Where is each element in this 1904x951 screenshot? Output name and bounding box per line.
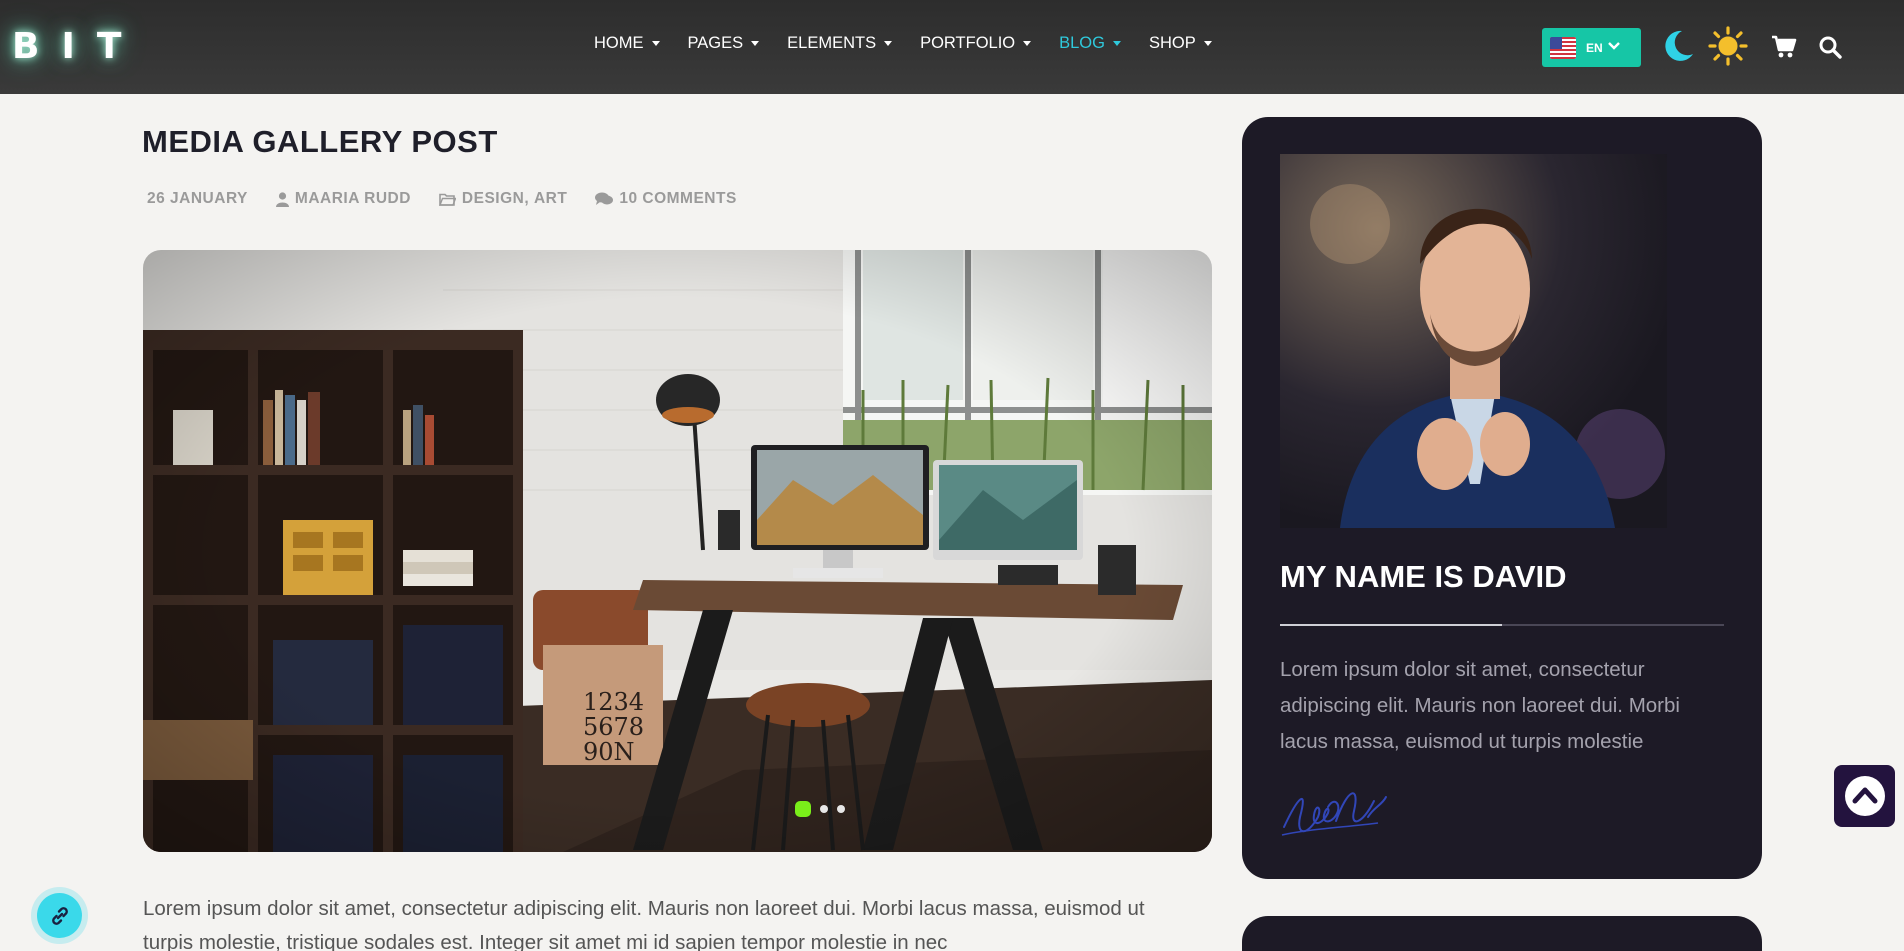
- nav-item-portfolio[interactable]: PORTFOLIO: [920, 34, 1032, 53]
- user-icon: [275, 191, 289, 207]
- author-photo: [1280, 154, 1667, 528]
- nav-item-label: HOME: [594, 34, 644, 52]
- sidebar-widget-card: [1242, 916, 1762, 951]
- post-categories: DESIGN, ART: [438, 190, 567, 208]
- cart-icon: [1772, 35, 1797, 58]
- nav-item-label: PORTFOLIO: [920, 34, 1016, 52]
- cart-button[interactable]: [1771, 35, 1797, 59]
- caret-down-icon: [1112, 41, 1121, 46]
- moon-icon: [1665, 30, 1693, 61]
- signature-icon: [1281, 792, 1387, 836]
- language-selector[interactable]: EN: [1542, 28, 1641, 67]
- category-separator: ,: [524, 190, 530, 207]
- post-comments-label: 10 COMMENTS: [619, 190, 737, 207]
- media-gallery-slider[interactable]: 1234 5678 90N: [143, 250, 1212, 852]
- nav-item-pages[interactable]: PAGES: [688, 34, 760, 53]
- category-link-art[interactable]: ART: [534, 190, 567, 208]
- category-link-design[interactable]: DESIGN: [462, 190, 524, 208]
- caret-down-icon: [1203, 41, 1212, 46]
- dark-mode-toggle[interactable]: [1660, 28, 1696, 64]
- comments-icon: [595, 192, 614, 205]
- divider: [1280, 624, 1724, 626]
- nav-item-label: ELEMENTS: [787, 34, 877, 52]
- caret-down-icon: [1023, 41, 1032, 46]
- nav-item-home[interactable]: HOME: [594, 34, 660, 53]
- post-meta: 26 JANUARY MAARIA RUDD DESIGN, ART 10 CO…: [147, 190, 765, 208]
- post-date: 26 JANUARY: [147, 190, 248, 208]
- nav-item-shop[interactable]: SHOP: [1149, 34, 1212, 53]
- light-mode-toggle[interactable]: [1708, 26, 1748, 66]
- gallery-dot-1[interactable]: [795, 801, 811, 817]
- nav-item-elements[interactable]: ELEMENTS: [787, 34, 893, 53]
- post-date-label: 26 JANUARY: [147, 190, 248, 207]
- author-bio: Lorem ipsum dolor sit amet, consectetur …: [1280, 658, 1680, 753]
- gallery-dot-2[interactable]: [820, 805, 828, 813]
- us-flag-icon: [1550, 36, 1576, 59]
- site-header: BIT HOME PAGES ELEMENTS PORTFOLIO BLOG S…: [0, 0, 1904, 94]
- nav-item-label: SHOP: [1148, 34, 1196, 52]
- author-signature: [1278, 777, 1390, 847]
- back-to-top-button[interactable]: [1834, 765, 1895, 827]
- site-logo[interactable]: BIT: [12, 26, 143, 67]
- author-name: MY NAME IS DAVID: [1280, 559, 1567, 594]
- folder-icon: [438, 193, 456, 206]
- link-icon: [51, 906, 68, 925]
- nav-item-label: PAGES: [687, 34, 744, 52]
- chevron-down-icon: [1607, 36, 1620, 55]
- nav-item-label: BLOG: [1059, 34, 1105, 52]
- gallery-pagination: [795, 801, 845, 817]
- post-title: MEDIA GALLERY POST: [142, 124, 498, 159]
- link-fab-button[interactable]: [37, 893, 82, 938]
- post-author[interactable]: MAARIA RUDD: [275, 190, 411, 208]
- search-button[interactable]: [1818, 35, 1842, 59]
- nav-item-blog[interactable]: BLOG: [1059, 34, 1121, 53]
- caret-down-icon: [651, 41, 660, 46]
- post-author-label: MAARIA RUDD: [294, 190, 411, 207]
- gallery-dot-3[interactable]: [837, 805, 845, 813]
- author-profile-card: MY NAME IS DAVID Lorem ipsum dolor sit a…: [1242, 117, 1762, 879]
- post-comments[interactable]: 10 COMMENTS: [595, 190, 736, 208]
- caret-down-icon: [884, 41, 893, 46]
- chevron-up-icon: [1844, 776, 1885, 816]
- gallery-image-home-office: 1234 5678 90N: [143, 250, 1212, 852]
- post-excerpt: Lorem ipsum dolor sit amet, consectetur …: [143, 897, 1145, 951]
- sun-icon: [1708, 26, 1748, 66]
- main-nav: HOME PAGES ELEMENTS PORTFOLIO BLOG SHOP: [594, 34, 1240, 53]
- language-code: EN: [1586, 40, 1603, 55]
- search-icon: [1819, 36, 1842, 59]
- caret-down-icon: [751, 41, 760, 46]
